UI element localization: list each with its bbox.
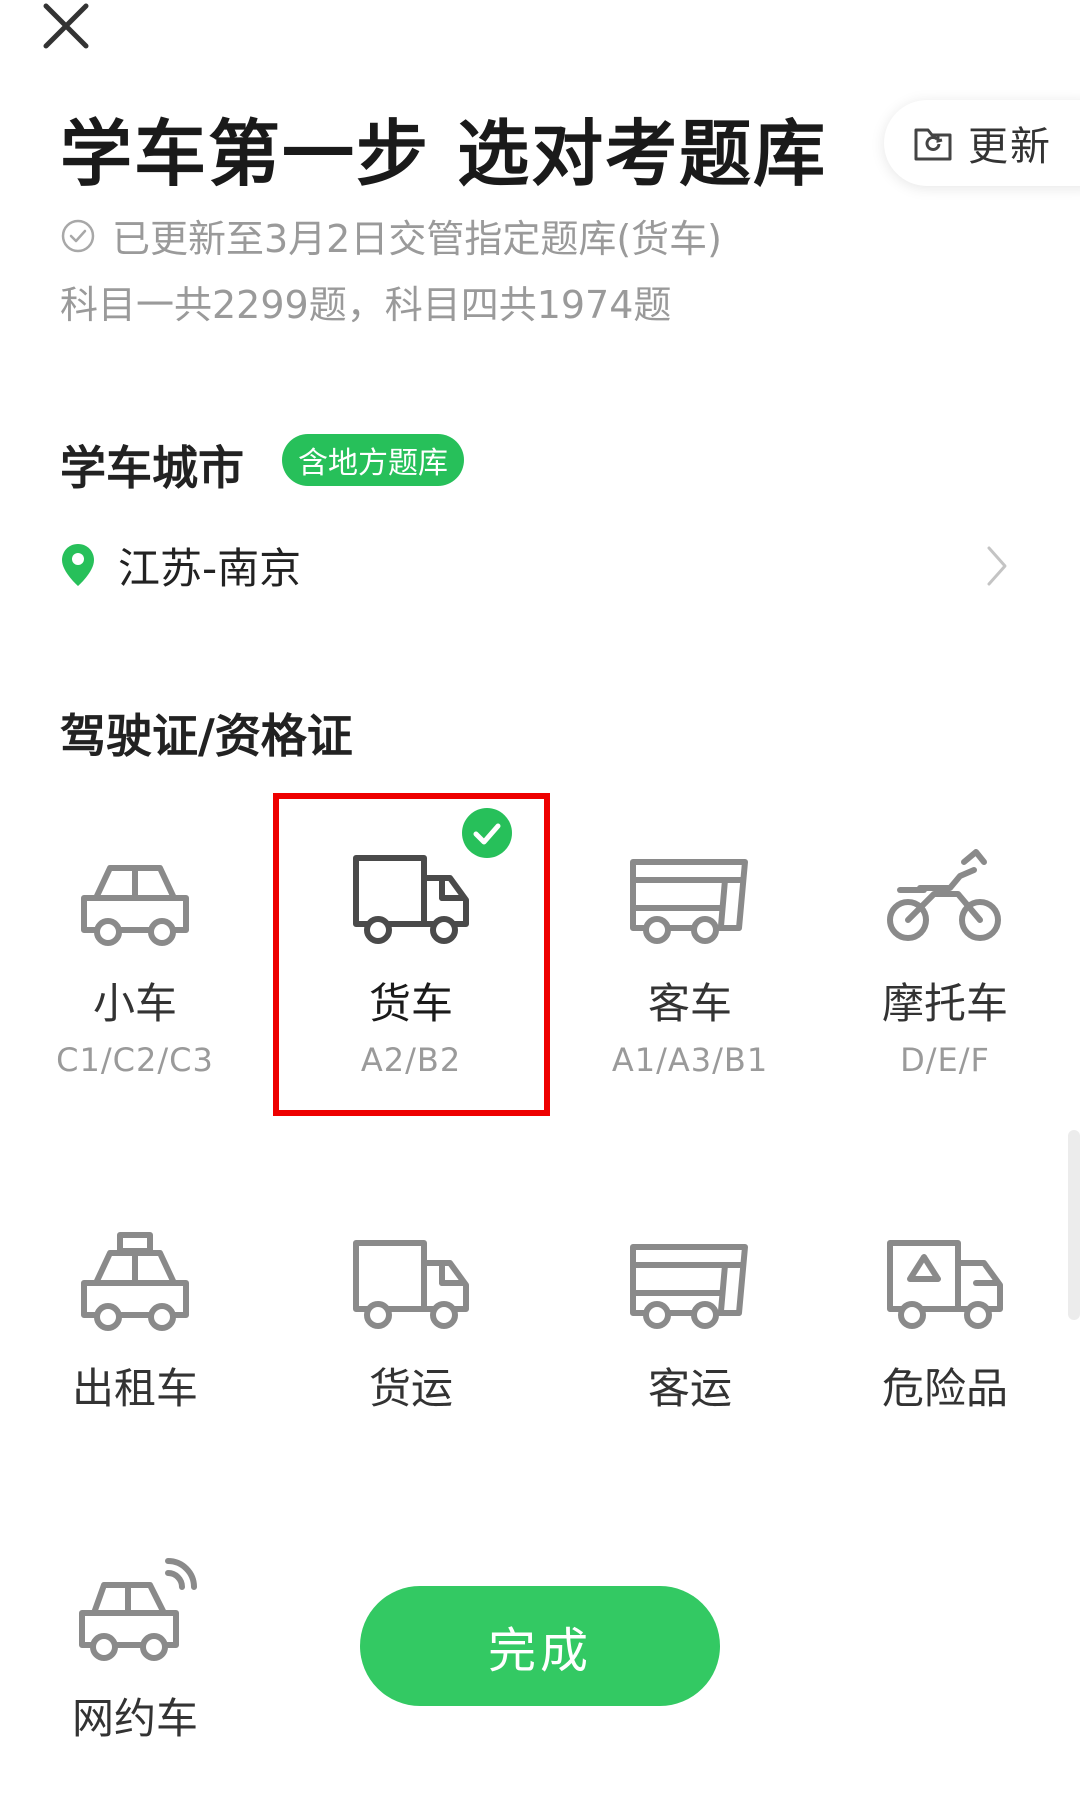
motorcycle-icon bbox=[887, 849, 1001, 941]
license-option-passenger-transport[interactable]: 客运 bbox=[560, 1225, 820, 1416]
close-icon bbox=[43, 3, 89, 49]
license-option-name: 客运 bbox=[647, 1364, 732, 1413]
license-option-freight[interactable]: 货运 bbox=[281, 1225, 541, 1416]
license-option-ride-hailing[interactable]: 网约车 bbox=[5, 1555, 265, 1746]
question-counts: 科目一共2299题，科目四共1974题 bbox=[60, 283, 672, 327]
location-pin-icon bbox=[62, 544, 94, 586]
license-option-code: D/E/F bbox=[900, 1041, 990, 1079]
city-name: 江苏-南京 bbox=[118, 543, 302, 593]
freight-truck-icon bbox=[353, 1240, 469, 1329]
update-button[interactable]: 更新 bbox=[884, 100, 1080, 186]
license-option-motorcycle[interactable]: 摩托车 D/E/F bbox=[815, 840, 1075, 1079]
license-option-name: 出租车 bbox=[71, 1364, 198, 1413]
bus-icon bbox=[630, 859, 748, 944]
license-option-name: 小车 bbox=[92, 979, 177, 1028]
local-question-bank-badge: 含地方题库 bbox=[282, 434, 464, 486]
selected-check-icon bbox=[462, 808, 512, 858]
car-icon bbox=[81, 865, 189, 946]
license-option-code: A1/A3/B1 bbox=[611, 1041, 769, 1079]
taxi-icon bbox=[81, 1232, 189, 1331]
city-selector[interactable]: 江苏-南京 bbox=[60, 530, 1010, 600]
license-section-title: 驾驶证/资格证 bbox=[60, 709, 353, 763]
city-section-title: 学车城市 bbox=[60, 441, 244, 495]
license-option-hazardous-goods[interactable]: 危险品 bbox=[815, 1225, 1075, 1416]
license-option-name: 货运 bbox=[368, 1364, 453, 1413]
scroll-indicator bbox=[1068, 1130, 1080, 1320]
license-option-bus[interactable]: 客车 A1/A3/B1 bbox=[560, 840, 820, 1079]
license-option-name: 客车 bbox=[647, 979, 732, 1028]
close-button[interactable] bbox=[38, 0, 94, 56]
license-option-taxi[interactable]: 出租车 bbox=[5, 1225, 265, 1416]
ride-hailing-car-icon bbox=[79, 1558, 197, 1661]
page-title: 学车第一步 选对考题库 bbox=[60, 112, 828, 196]
license-option-name: 摩托车 bbox=[881, 979, 1008, 1028]
update-button-label: 更新 bbox=[968, 124, 1052, 170]
license-option-small-car[interactable]: 小车 C1/C2/C3 bbox=[5, 840, 265, 1079]
license-option-name: 危险品 bbox=[881, 1364, 1008, 1413]
update-status-text: 已更新至3月2日交管指定题库(货车) bbox=[112, 217, 723, 261]
license-option-name: 网约车 bbox=[71, 1694, 198, 1743]
refresh-folder-icon bbox=[914, 128, 952, 161]
passenger-bus-icon bbox=[630, 1244, 748, 1329]
check-circle-icon bbox=[61, 219, 95, 252]
done-button[interactable]: 完成 bbox=[360, 1586, 720, 1706]
hazmat-truck-icon bbox=[887, 1240, 1003, 1329]
chevron-right-icon bbox=[987, 546, 1007, 586]
license-option-code: C1/C2/C3 bbox=[56, 1041, 214, 1079]
update-status: 已更新至3月2日交管指定题库(货车) bbox=[60, 208, 722, 263]
